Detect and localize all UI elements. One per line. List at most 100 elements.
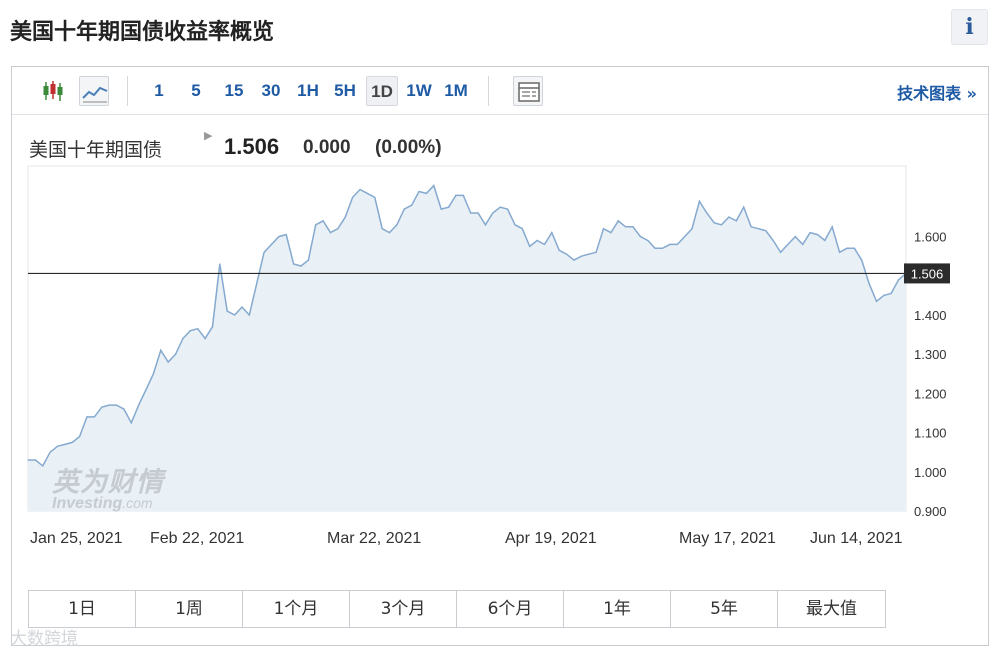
data-point xyxy=(300,265,302,267)
data-point xyxy=(167,361,169,363)
period-1y[interactable]: 1年 xyxy=(564,591,671,627)
data-point xyxy=(602,228,605,230)
data-point xyxy=(64,443,66,445)
data-point xyxy=(470,212,472,214)
watermark-logo: 英为财情 Investing.com xyxy=(52,467,164,512)
data-point xyxy=(448,206,450,208)
data-point xyxy=(352,196,354,198)
data-point xyxy=(617,220,619,222)
data-point xyxy=(477,212,479,214)
x-tick-label: Jan 25, 2021 xyxy=(30,530,123,547)
data-point xyxy=(639,236,642,238)
data-point xyxy=(440,208,442,210)
data-point xyxy=(425,192,427,194)
data-point xyxy=(816,234,819,236)
data-point xyxy=(270,243,273,245)
y-tick-label: 1.200 xyxy=(914,386,947,401)
data-point xyxy=(322,220,324,222)
data-point xyxy=(344,216,346,218)
data-point xyxy=(580,255,583,257)
data-point xyxy=(868,283,870,285)
data-point xyxy=(145,388,147,391)
data-point xyxy=(234,314,236,316)
data-point xyxy=(809,232,811,234)
data-point xyxy=(654,247,656,249)
data-point xyxy=(329,232,332,234)
data-point xyxy=(182,337,184,340)
data-point xyxy=(514,224,516,226)
data-point xyxy=(101,406,103,408)
period-1d[interactable]: 1日 xyxy=(29,591,136,627)
data-point xyxy=(706,212,708,214)
data-point xyxy=(853,247,856,249)
data-point xyxy=(831,226,833,228)
data-point xyxy=(772,239,774,242)
data-point xyxy=(780,251,782,253)
period-6m[interactable]: 6个月 xyxy=(457,591,564,627)
data-point xyxy=(529,245,531,247)
data-point xyxy=(34,459,37,461)
data-point xyxy=(898,279,900,281)
data-point xyxy=(787,243,789,245)
data-point xyxy=(411,204,413,206)
current-value-label: 1.506 xyxy=(911,266,944,281)
data-point xyxy=(765,230,767,232)
data-point xyxy=(403,208,405,210)
data-point xyxy=(846,247,848,249)
data-point xyxy=(484,224,486,226)
data-point xyxy=(507,208,509,210)
period-selector: 1日 1周 1个月 3个月 6个月 1年 5年 最大值 xyxy=(28,590,886,628)
data-point xyxy=(307,259,309,261)
data-point xyxy=(433,185,435,187)
period-5y[interactable]: 5年 xyxy=(671,591,778,627)
period-1m[interactable]: 1个月 xyxy=(243,591,350,627)
data-point xyxy=(839,251,841,253)
data-point xyxy=(219,263,221,265)
data-point xyxy=(720,224,723,226)
period-max[interactable]: 最大值 xyxy=(778,591,885,627)
data-point xyxy=(160,349,162,351)
data-point xyxy=(588,253,590,255)
data-point xyxy=(79,435,81,438)
data-point xyxy=(625,226,627,228)
data-point xyxy=(138,404,140,406)
data-point xyxy=(691,228,693,230)
data-point xyxy=(890,292,892,294)
data-point xyxy=(499,206,501,208)
period-3m[interactable]: 3个月 xyxy=(350,591,457,627)
data-point xyxy=(374,196,376,198)
data-point xyxy=(115,404,118,406)
y-tick-label: 1.100 xyxy=(914,426,947,441)
data-point xyxy=(152,373,154,375)
x-tick-label: Apr 19, 2021 xyxy=(505,530,597,547)
data-point xyxy=(632,226,634,228)
data-point xyxy=(285,234,287,236)
data-point xyxy=(757,228,760,230)
data-point xyxy=(713,222,715,224)
data-point xyxy=(558,249,560,251)
period-1w[interactable]: 1周 xyxy=(136,591,243,627)
data-point xyxy=(86,416,88,418)
data-point xyxy=(573,259,575,261)
data-point xyxy=(492,212,494,214)
data-point xyxy=(676,243,678,245)
data-point xyxy=(256,283,258,285)
data-point xyxy=(359,188,361,191)
data-point xyxy=(56,445,59,447)
data-point xyxy=(204,337,206,340)
data-point xyxy=(337,228,339,230)
data-point xyxy=(661,247,664,249)
data-point xyxy=(684,236,686,238)
corner-watermark: 大数跨境 xyxy=(10,629,78,649)
data-point xyxy=(743,206,745,208)
data-point xyxy=(418,190,420,193)
x-tick-label: May 17, 2021 xyxy=(679,530,776,547)
data-point xyxy=(669,243,671,245)
data-point xyxy=(49,451,51,453)
yield-chart: 1.506 0.900 1.000 1.100 1.200 1.300 1.400 1.600… xyxy=(27,165,950,547)
y-tick-label: 0.900 xyxy=(914,504,947,519)
data-point xyxy=(42,465,44,467)
data-point xyxy=(536,239,538,242)
data-point xyxy=(794,236,796,238)
data-point xyxy=(861,259,863,261)
